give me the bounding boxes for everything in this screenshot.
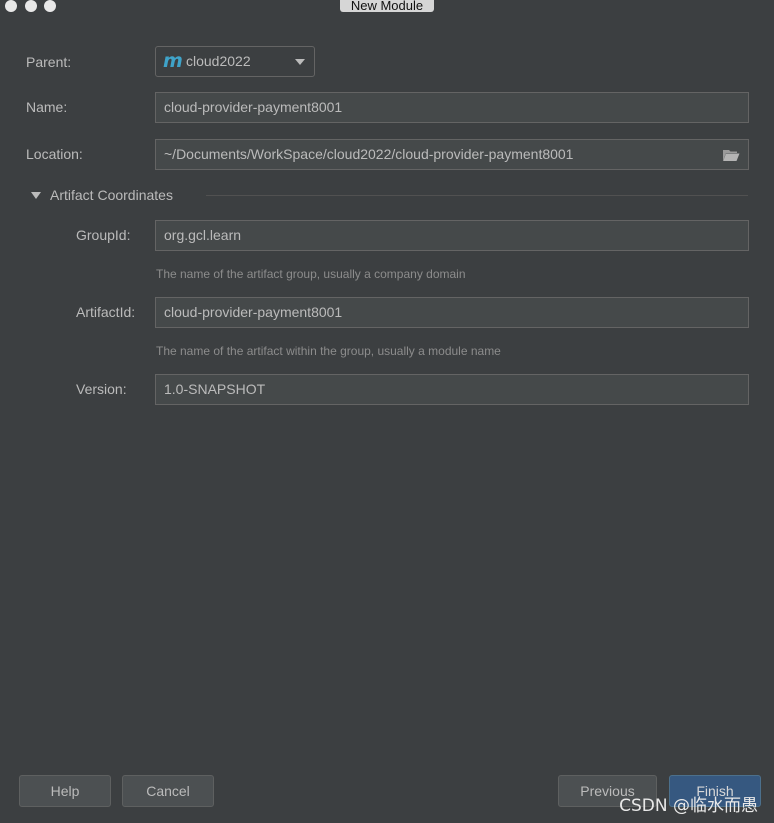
chevron-down-icon — [295, 59, 305, 65]
groupid-hint: The name of the artifact group, usually … — [156, 267, 466, 281]
artifactid-field[interactable]: cloud-provider-payment8001 — [155, 297, 749, 328]
version-field[interactable]: 1.0-SNAPSHOT — [155, 374, 749, 405]
cancel-button[interactable]: Cancel — [122, 775, 214, 807]
location-field[interactable]: ~/Documents/WorkSpace/cloud2022/cloud-pr… — [155, 139, 749, 170]
maven-module-icon: m — [163, 50, 183, 72]
title-bar: New Module — [0, 0, 774, 14]
section-divider — [206, 195, 748, 196]
window-title: New Module — [350, 0, 424, 13]
groupid-field[interactable]: org.gcl.learn — [155, 220, 749, 251]
location-value: ~/Documents/WorkSpace/cloud2022/cloud-pr… — [164, 146, 574, 162]
name-label: Name: — [26, 99, 68, 115]
location-label: Location: — [26, 146, 83, 162]
groupid-label: GroupId: — [76, 227, 131, 243]
folder-open-icon[interactable] — [722, 148, 740, 162]
help-button[interactable]: Help — [19, 775, 111, 807]
parent-value: cloud2022 — [186, 53, 251, 69]
watermark: CSDN @临水而愚 — [619, 796, 758, 816]
section-title[interactable]: Artifact Coordinates — [50, 187, 173, 203]
artifactid-hint: The name of the artifact within the grou… — [156, 344, 501, 358]
parent-dropdown[interactable]: m cloud2022 — [155, 46, 315, 77]
artifactid-label: ArtifactId: — [76, 304, 136, 320]
parent-label: Parent: — [26, 54, 72, 70]
version-label: Version: — [76, 381, 127, 397]
triangle-down-icon[interactable] — [31, 192, 41, 199]
name-field[interactable]: cloud-provider-payment8001 — [155, 92, 749, 123]
